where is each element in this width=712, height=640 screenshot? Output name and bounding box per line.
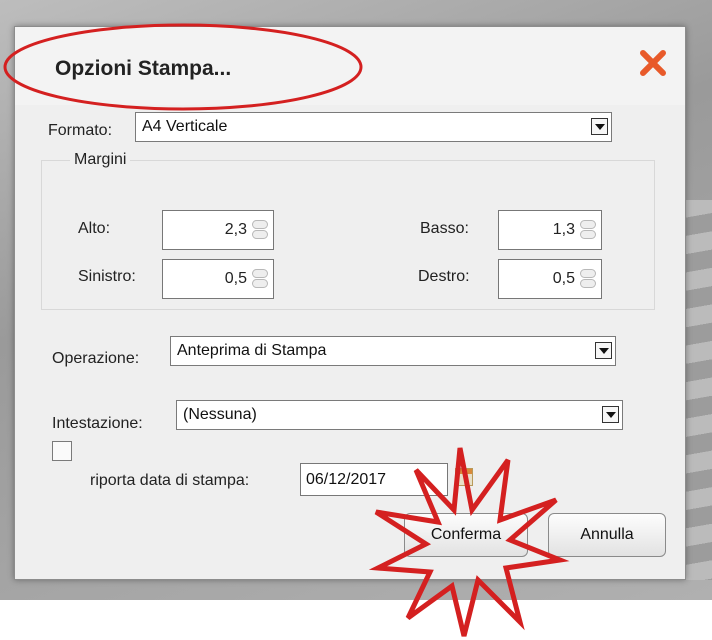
margini-legend: Margini xyxy=(70,151,131,169)
data-stampa-label: riporta data di stampa: xyxy=(90,472,250,489)
chevron-down-icon[interactable] xyxy=(602,406,619,423)
spinner-buttons[interactable] xyxy=(252,269,270,289)
spin-up-icon[interactable] xyxy=(252,269,268,278)
data-stampa-value: 06/12/2017 xyxy=(306,471,387,488)
intestazione-label: Intestazione: xyxy=(52,415,143,432)
spin-down-icon[interactable] xyxy=(252,230,268,239)
operazione-select[interactable]: Anteprima di Stampa xyxy=(170,336,616,366)
dialog-titlebar[interactable]: Opzioni Stampa... xyxy=(15,27,685,105)
dialog-title: Opzioni Stampa... xyxy=(55,57,232,80)
alto-label: Alto: xyxy=(78,220,111,237)
spin-up-icon[interactable] xyxy=(252,220,268,229)
data-stampa-input[interactable]: 06/12/2017 xyxy=(300,463,448,496)
basso-spinner[interactable]: 1,3 xyxy=(498,210,602,250)
spin-up-icon[interactable] xyxy=(580,220,596,229)
close-icon[interactable] xyxy=(637,47,669,79)
formato-label: Formato: xyxy=(48,122,113,139)
destro-spinner[interactable]: 0,5 xyxy=(498,259,602,299)
calendar-icon[interactable] xyxy=(455,468,473,486)
operazione-value: Anteprima di Stampa xyxy=(177,342,327,359)
spin-down-icon[interactable] xyxy=(252,279,268,288)
spinner-buttons[interactable] xyxy=(580,220,598,240)
destro-value: 0,5 xyxy=(552,270,575,287)
basso-label: Basso: xyxy=(420,220,469,237)
sinistro-value: 0,5 xyxy=(224,270,247,287)
sinistro-spinner[interactable]: 0,5 xyxy=(162,259,274,299)
alto-value: 2,3 xyxy=(224,221,247,238)
operazione-label: Operazione: xyxy=(52,350,140,367)
spinner-buttons[interactable] xyxy=(252,220,270,240)
formato-select[interactable]: A4 Verticale xyxy=(135,112,612,142)
spinner-buttons[interactable] xyxy=(580,269,598,289)
conferma-button[interactable]: Conferma xyxy=(404,513,528,557)
intestazione-value: (Nessuna) xyxy=(183,406,257,423)
formato-value: A4 Verticale xyxy=(142,118,228,135)
intestazione-select[interactable]: (Nessuna) xyxy=(176,400,623,430)
alto-spinner[interactable]: 2,3 xyxy=(162,210,274,250)
annulla-button[interactable]: Annulla xyxy=(548,513,666,557)
basso-value: 1,3 xyxy=(552,221,575,238)
spin-up-icon[interactable] xyxy=(580,269,596,278)
destro-label: Destro: xyxy=(418,268,470,285)
spin-down-icon[interactable] xyxy=(580,230,596,239)
chevron-down-icon[interactable] xyxy=(595,342,612,359)
spin-down-icon[interactable] xyxy=(580,279,596,288)
chevron-down-icon[interactable] xyxy=(591,118,608,135)
data-stampa-checkbox[interactable] xyxy=(52,441,72,461)
sinistro-label: Sinistro: xyxy=(78,268,136,285)
